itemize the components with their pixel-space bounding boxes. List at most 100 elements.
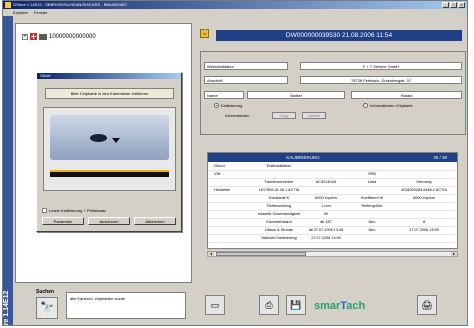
table-cell: Germany [416,180,432,184]
menu-fenster[interactable]: Fenster [34,9,48,16]
table-cell: 4034000283.6486.2 ACTIA [401,188,447,192]
card-tree-panel: + 10000000000000 Ofizet Bitte Chipkarte … [15,23,192,283]
logo-text-a: smar [314,300,341,312]
card-reader-illustration [50,115,169,160]
first-name-value: Harald [351,91,462,99]
page-indicator: 30 / 30 [433,155,447,160]
insert-card-dialog: Ofizet Bitte Chipkarte in den Kartenlese… [36,72,182,232]
table-row: erlaubte Geschwindigkeit 90 [208,211,457,219]
tree-node-label: 10000000000000 [49,33,96,40]
print-button[interactable]: Ausdrucen [88,217,130,225]
scroll-right-icon[interactable]: ▸ [451,252,457,256]
chipcard-info-radio-label: Informationen Chipkarte [370,103,413,108]
save-button[interactable]: 💾 [286,295,306,315]
app-icon [5,2,11,8]
table-cell: erlaubte Geschwindigkeit [257,212,301,216]
radio-dot[interactable] [363,103,368,108]
radio-dot[interactable] [214,103,219,108]
table-cell: 6000 imp/km [413,196,435,200]
dialog-buttons: Parameter Ausdrucen Abbrechen [42,217,176,225]
cancel-button[interactable]: Abbrechen [134,217,176,225]
menu-bar: Explorer Fenster [3,9,467,16]
table-cell: 90 [323,212,329,216]
smartach-logo: smarTach [314,298,400,314]
expand-icon[interactable]: + [22,33,28,40]
table-cell: AC301404A [315,180,337,184]
table-row: VIN VRN [208,171,457,179]
table-cell: alt 187 [320,220,332,224]
arrow-down-icon [112,138,120,143]
last-calibration-checkbox[interactable]: Letzte Kalibrierung + Prüfabsatz [42,208,106,213]
minimize-button[interactable]: _ [442,2,449,8]
table-cell: VIN [214,172,221,176]
parameter-button[interactable]: Parameter [42,217,84,225]
window-controls: _ □ x [442,2,465,8]
table-row: Hersteller 1617965.01.06.1 ACTIA 403400028… [208,187,457,195]
calibration-title: KALIBRIERUNG [286,155,320,160]
card-view-button[interactable]: ▭ [205,295,225,315]
scroll-thumb[interactable] [216,252,306,256]
table-cell: Fahrtenschreiber [264,180,294,184]
binoculars-search-button[interactable]: 🔭 [36,297,58,319]
table-cell: Koeffizient W [360,196,384,200]
table-cell: 1617965.01.06.1 ACTIA [258,188,300,192]
table-row: Konstante K 6000 imp/km Koeffizient W 6000 … [208,195,457,203]
calibration-table: KALIBRIERUNG 30 / 30 Grund Erstinstallati… [207,152,458,249]
table-cell: Erstinstallation [266,164,292,168]
table-cell: 1 mm [321,204,331,208]
table-row: Nächste Kalibrierung 27.07.2006 13:59 [208,235,457,243]
informationen-label: Informationen [225,113,250,118]
export-button[interactable]: ⎙ [259,295,279,315]
calibration-radio[interactable]: Kalibrierung [214,103,242,108]
scroll-left-icon[interactable]: ◂ [208,252,214,256]
search-label: Suchen [36,289,55,295]
checkbox-label: Letzte Kalibrierung + Prüfabsatz [49,208,107,213]
menu-explorer[interactable]: Explorer [13,9,28,16]
table-cell: Grund [214,164,225,168]
calibration-header: KALIBRIERUNG 30 / 30 [208,153,457,162]
print-icon-button[interactable]: 🖨 [417,295,437,315]
table-cell: Neu [368,228,376,232]
checkbox-box[interactable] [42,208,47,213]
calibration-radio-label: Kalibrierung [221,103,243,108]
table-cell: VRN [367,172,377,176]
table-cell: Neu [368,220,376,224]
table-cell: Reifenumfang [267,204,291,208]
search-notes[interactable]: alle Karten\n- chipkarten suche [66,292,186,319]
table-cell: 27.07.2006 13:59 [311,236,341,240]
chip-card-strip [50,170,169,177]
horizontal-scrollbar[interactable]: ◂ ▸ [207,251,458,257]
copy-button[interactable]: Copy [272,112,296,119]
lock-icon[interactable]: 🔒 [200,29,209,38]
workshop-value: F + T Service GmbH [300,62,462,70]
maximize-button[interactable]: □ [450,2,457,8]
table-cell: Nächste Kalibrierung [261,236,297,240]
table-row: Grund Erstinstallation [208,163,457,171]
workshop-label: Werkstattdaten [204,62,288,70]
card-reader-image [43,107,176,191]
dialog-title: Ofizet [37,73,181,79]
card-icon [39,33,47,40]
close-button[interactable]: x [458,2,465,8]
table-row: Datum & Stunde alt 27.07.2006 13:48 Neu 27.… [208,227,457,235]
table-cell: Kilometerstand [266,220,292,224]
address-value: 78736 Fertbach, Gutenbergstr. 37 [300,76,462,84]
table-cell: Hersteller [214,188,231,192]
table-row: Reifenumfang 1 mm Reifengröße [208,203,457,211]
tree-node[interactable]: + 10000000000000 [22,33,96,40]
brand-sidebar: OStore 1.14E12 [3,16,13,326]
table-cell: 27.07.2006 13:59 [409,228,439,232]
info-label-wrap: Informationen [225,113,249,118]
delete-button[interactable]: Delete [302,112,326,119]
version-label: OStore 1.14E12 [3,290,10,326]
table-cell: 8 [422,220,426,224]
calibration-grid: Grund Erstinstallation VIN VRN Fahrtenschrei… [208,163,457,243]
table-row: Fahrtenschreiber AC301404A Land Germany [208,179,457,187]
workshop-info-panel: Werkstattdaten F + T Service GmbH Anschr… [200,51,466,135]
card-slot-icon [90,134,107,142]
table-cell: 6000 imp/km [315,196,337,200]
table-cell: Land [367,180,377,184]
chipcard-info-radio[interactable]: Informationen Chipkarte [363,103,413,108]
dialog-message: Bitte Chipkarte in den Kartenleser einfü… [45,88,174,99]
name-label: Name [204,91,244,99]
